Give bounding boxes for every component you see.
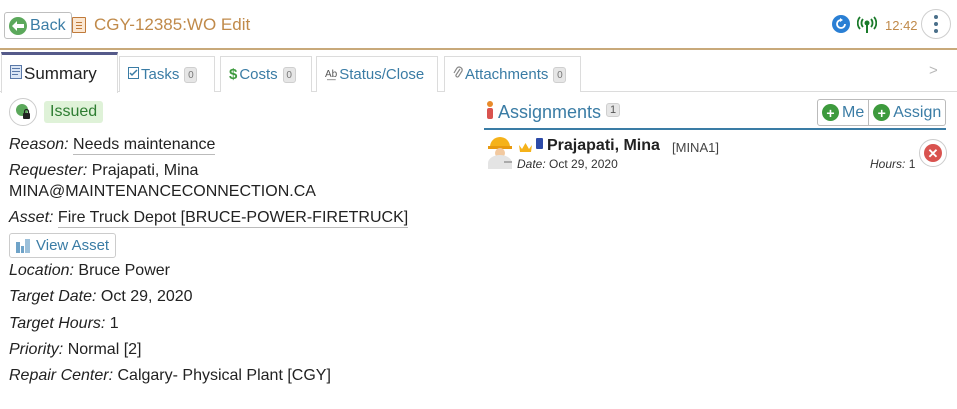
back-button[interactable]: Back (4, 12, 72, 39)
task-checklist-icon (128, 66, 139, 83)
tab-summary[interactable]: Summary (1, 52, 118, 93)
reason-label: Reason: (9, 136, 69, 153)
requester-label: Requester: (9, 162, 88, 179)
page-title-group: CGY-12385:WO Edit (72, 15, 250, 35)
tab-attachments-label: Attachments (465, 66, 549, 83)
assignment-hours-value: 1 (908, 157, 916, 171)
target-hours-field: Target Hours: 1 (9, 315, 119, 333)
location-value: Bruce Power (78, 262, 170, 279)
priority-value: Normal [2] (67, 341, 142, 358)
requester-email: MINA@MAINTENANCECONNECTION.CA (9, 183, 316, 200)
tab-bar: Summary Tasks 0 $ Costs 0 A͟b Status/Clo… (0, 52, 957, 93)
tab-costs-count: 0 (282, 66, 296, 83)
assignment-buttons: + Me + Assign (817, 99, 947, 126)
asset-field: Asset: Fire Truck Depot [BRUCE-POWER-FIR… (9, 209, 409, 228)
clock-time: 12:42 (885, 18, 918, 33)
assignment-row[interactable]: Prajapati, Mina [MINA1] Date: Oct 29, 20… (484, 133, 947, 173)
signal-icon (856, 16, 878, 34)
assignee-code: [MINA1] (672, 140, 719, 155)
status-row: Issued (9, 98, 104, 126)
requester-field: Requester: Prajapati, Mina (9, 162, 198, 180)
requester-value: Prajapati, Mina (91, 162, 199, 179)
more-vertical-icon-dot (934, 22, 938, 26)
assignments-person-icon (484, 101, 496, 124)
tab-status-close[interactable]: A͟b Status/Close (316, 56, 438, 92)
assignment-date-value: Oct 29, 2020 (549, 157, 618, 171)
assignments-header: Assignments 1 (484, 101, 621, 124)
close-icon: ✕ (924, 144, 942, 162)
mobile-device-icon (536, 138, 543, 149)
back-button-label: Back (30, 16, 66, 34)
assign-me-label: Me (842, 103, 865, 121)
status-issued-icon[interactable] (9, 98, 37, 126)
repair-center-label: Repair Center: (9, 367, 114, 384)
assignment-hours: Hours: 1 (870, 157, 915, 171)
work-order-document-icon (72, 17, 86, 33)
assign-me-button[interactable]: + Me (817, 99, 870, 126)
location-field: Location: Bruce Power (9, 262, 170, 280)
tabs-scroll-right-icon[interactable]: > (929, 62, 938, 79)
requester-email-field: MINA@MAINTENANCECONNECTION.CA (9, 183, 316, 201)
summary-icon (10, 64, 22, 84)
target-hours-label: Target Hours: (9, 315, 106, 332)
more-menu-button[interactable] (921, 9, 951, 39)
dollar-icon: $ (229, 66, 238, 83)
target-date-label: Target Date: (9, 288, 97, 305)
asset-hierarchy-icon (16, 238, 31, 253)
assignments-title: Assignments (498, 102, 602, 122)
paperclip-icon (453, 66, 463, 83)
plus-icon: + (873, 104, 891, 121)
status-badge: Issued (44, 101, 104, 123)
target-date-field: Target Date: Oct 29, 2020 (9, 288, 193, 306)
back-arrow-icon (9, 16, 27, 35)
assignments-divider (484, 128, 946, 130)
tab-tasks-label: Tasks (141, 66, 180, 83)
assignments-count: 1 (606, 102, 621, 117)
assign-button[interactable]: + Assign (869, 99, 947, 126)
tab-tasks[interactable]: Tasks 0 (119, 56, 215, 92)
repair-center-field: Repair Center: Calgary- Physical Plant [… (9, 367, 331, 385)
priority-label: Priority: (9, 341, 64, 358)
priority-field: Priority: Normal [2] (9, 341, 141, 359)
tab-tasks-count: 0 (184, 66, 198, 83)
view-asset-label: View Asset (36, 237, 110, 254)
target-date-value: Oct 29, 2020 (100, 288, 193, 305)
header-bar: Back CGY-12385:WO Edit 12:42 (0, 0, 957, 50)
crown-icon (519, 139, 532, 157)
tab-costs-label: Costs (239, 66, 278, 83)
reason-field: Reason: Needs maintenance (9, 136, 216, 155)
assignment-hours-label: Hours: (870, 157, 906, 171)
repair-center-value: Calgary- Physical Plant [CGY] (117, 367, 331, 384)
location-label: Location: (9, 262, 74, 279)
page-title: CGY-12385:WO Edit (94, 15, 251, 34)
tab-attachments-count: 0 (553, 66, 567, 83)
more-vertical-icon-dot (934, 15, 938, 19)
reason-value[interactable]: Needs maintenance (73, 136, 216, 155)
more-vertical-icon-dot (934, 29, 938, 33)
asset-label: Asset: (9, 209, 54, 226)
status-abc-icon: A͟b (325, 69, 338, 80)
asset-value[interactable]: Fire Truck Depot [BRUCE-POWER-FIRETRUCK] (57, 209, 409, 228)
remove-assignment-button[interactable]: ✕ (919, 139, 947, 167)
plus-icon: + (822, 104, 839, 121)
tab-costs[interactable]: $ Costs 0 (220, 56, 312, 92)
assignment-date-label: Date: (517, 157, 546, 171)
assignment-date: Date: Oct 29, 2020 (517, 157, 618, 171)
sync-icon[interactable] (832, 15, 850, 33)
target-hours-value: 1 (109, 315, 119, 332)
view-asset-button[interactable]: View Asset (9, 233, 117, 258)
worker-hardhat-icon (486, 135, 514, 169)
tab-status-close-label: Status/Close (339, 66, 425, 83)
tab-attachments[interactable]: Attachments 0 (444, 56, 581, 92)
assignee-name: Prajapati, Mina (547, 137, 660, 154)
assign-label: Assign (893, 103, 942, 121)
tab-summary-label: Summary (24, 64, 97, 83)
